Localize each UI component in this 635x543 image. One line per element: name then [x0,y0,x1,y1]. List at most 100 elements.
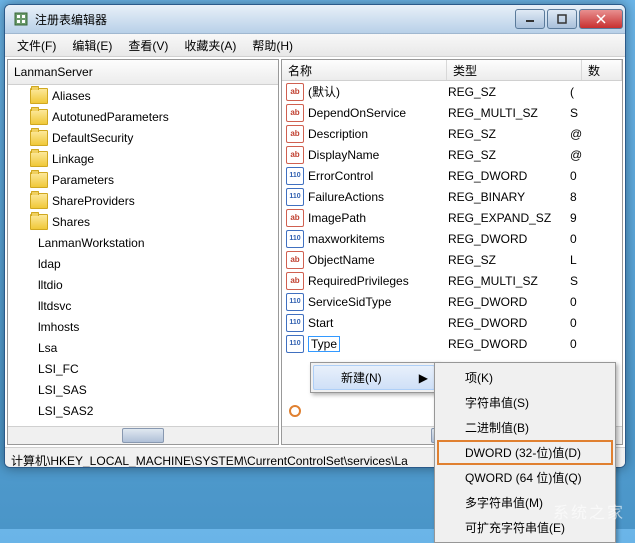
ctx-submenu-item[interactable]: 可扩充字符串值(E) [437,515,613,540]
tree-item[interactable]: Lsa [8,337,278,358]
tree-panel: LanmanServer Aliases AutotunedParametersD… [7,59,279,445]
tree-item-label: LSI_FC [38,362,79,376]
list-row[interactable]: ab ImagePathREG_EXPAND_SZ9 [282,207,622,228]
tree-item-label: Shares [52,215,90,229]
folder-icon [30,172,48,188]
ctx-submenu-item[interactable]: 多字符串值(M) [437,490,613,515]
value-name: maxworkitems [308,232,448,246]
value-data: 0 [570,337,577,351]
value-name-edit[interactable]: Type [308,336,340,352]
list-row[interactable]: ab(默认)REG_SZ( [282,81,622,102]
tree-item-label: ldap [38,257,61,271]
binary-value-icon: 110 [286,188,304,206]
submenu-arrow-icon: ▶ [419,371,428,385]
ctx-new[interactable]: 新建(N) ▶ [313,365,435,390]
string-value-icon: ab [286,146,304,164]
list-row[interactable]: 110maxworkitemsREG_DWORD0 [282,228,622,249]
menu-file[interactable]: 文件(F) [9,35,64,56]
value-data: @ [570,127,582,141]
tree-item-label: Parameters [52,173,114,187]
col-data[interactable]: 数 [582,60,622,80]
value-name: ImagePath [308,211,448,225]
tree-item[interactable]: Aliases [8,85,278,106]
value-type: REG_EXPAND_SZ [448,211,570,225]
value-data: S [570,106,578,120]
list-row[interactable]: 110ErrorControlREG_DWORD0 [282,165,622,186]
string-value-icon: ab [286,209,304,227]
tree-column-header[interactable]: LanmanServer [8,60,278,85]
string-value-icon: ab [286,251,304,269]
list-row[interactable]: ab ObjectNameREG_SZL [282,249,622,270]
string-value-icon: ab [286,125,304,143]
context-submenu-new: 项(K)字符串值(S)二进制值(B)DWORD (32-位)值(D)QWORD … [434,362,616,543]
tree-item[interactable]: LSI_SAS [8,379,278,400]
folder-icon [30,214,48,230]
list-row[interactable]: abRequiredPrivilegesREG_MULTI_SZS [282,270,622,291]
tree-item[interactable]: AutotunedParameters [8,106,278,127]
ctx-submenu-item[interactable]: DWORD (32-位)值(D) [437,440,613,465]
tree-item[interactable]: Linkage [8,148,278,169]
ctx-submenu-item[interactable]: 二进制值(B) [437,415,613,440]
window-title: 注册表编辑器 [35,11,513,28]
value-type: REG_SZ [448,85,570,99]
app-icon [13,11,29,27]
value-data: 0 [570,232,577,246]
value-type: REG_DWORD [448,295,570,309]
value-type: REG_SZ [448,253,570,267]
menu-favorites[interactable]: 收藏夹(A) [176,35,244,56]
value-type: REG_SZ [448,148,570,162]
value-data: L [570,253,577,267]
value-name: DependOnService [308,106,448,120]
list-row[interactable]: 110FailureActionsREG_BINARY8 [282,186,622,207]
tree-item-label: LSI_SAS [38,383,87,397]
col-name[interactable]: 名称 [282,60,447,80]
menubar: 文件(F) 编辑(E) 查看(V) 收藏夹(A) 帮助(H) [5,34,625,57]
menu-edit[interactable]: 编辑(E) [64,35,120,56]
value-type: REG_DWORD [448,232,570,246]
list-row[interactable]: 110ServiceSidTypeREG_DWORD0 [282,291,622,312]
list-row[interactable]: abDependOnServiceREG_MULTI_SZS [282,102,622,123]
tree-item[interactable]: lmhosts [8,316,278,337]
value-name: ObjectName [308,253,448,267]
tree-item-label: lltdio [38,278,63,292]
tree-item-label: LSI_SAS2 [38,404,93,418]
value-data: 0 [570,316,577,330]
tree-item-label: Linkage [52,152,94,166]
value-data: 9 [570,211,577,225]
ctx-submenu-item[interactable]: 字符串值(S) [437,390,613,415]
value-type: REG_DWORD [448,316,570,330]
titlebar[interactable]: 注册表编辑器 [5,5,625,34]
list-row[interactable]: 110TypeREG_DWORD0 [282,333,622,354]
ctx-submenu-item[interactable]: 项(K) [437,365,613,390]
close-button[interactable] [579,9,623,29]
binary-value-icon: 110 [286,167,304,185]
value-type: REG_MULTI_SZ [448,106,570,120]
tree-item[interactable]: Parameters [8,169,278,190]
tree-item[interactable]: Shares [8,211,278,232]
menu-help[interactable]: 帮助(H) [244,35,301,56]
minimize-button[interactable] [515,9,545,29]
tree-item-label: Aliases [52,89,91,103]
maximize-button[interactable] [547,9,577,29]
tree-item[interactable]: ShareProviders [8,190,278,211]
tree-item[interactable]: lltdio [8,274,278,295]
value-name: ServiceSidType [308,295,448,309]
tree-item[interactable]: DefaultSecurity [8,127,278,148]
status-path: 计算机\HKEY_LOCAL_MACHINE\SYSTEM\CurrentCon… [11,452,408,469]
value-type: REG_MULTI_SZ [448,274,570,288]
list-row[interactable]: abDisplayNameREG_SZ@ [282,144,622,165]
col-type[interactable]: 类型 [447,60,582,80]
tree-hscrollbar[interactable] [8,426,278,444]
tree-item[interactable]: LSI_FC [8,358,278,379]
list-row[interactable]: 110StartREG_DWORD0 [282,312,622,333]
list-row[interactable]: abDescriptionREG_SZ@ [282,123,622,144]
tree-item[interactable]: LanmanWorkstation [8,232,278,253]
tree-item[interactable]: LSI_SAS2 [8,400,278,421]
tree-item-label: lmhosts [38,320,79,334]
tree-item[interactable]: ldap [8,253,278,274]
menu-view[interactable]: 查看(V) [120,35,176,56]
ctx-submenu-item[interactable]: QWORD (64 位)值(Q) [437,465,613,490]
folder-icon [30,88,48,104]
value-type: REG_BINARY [448,190,570,204]
tree-item[interactable]: lltdsvc [8,295,278,316]
